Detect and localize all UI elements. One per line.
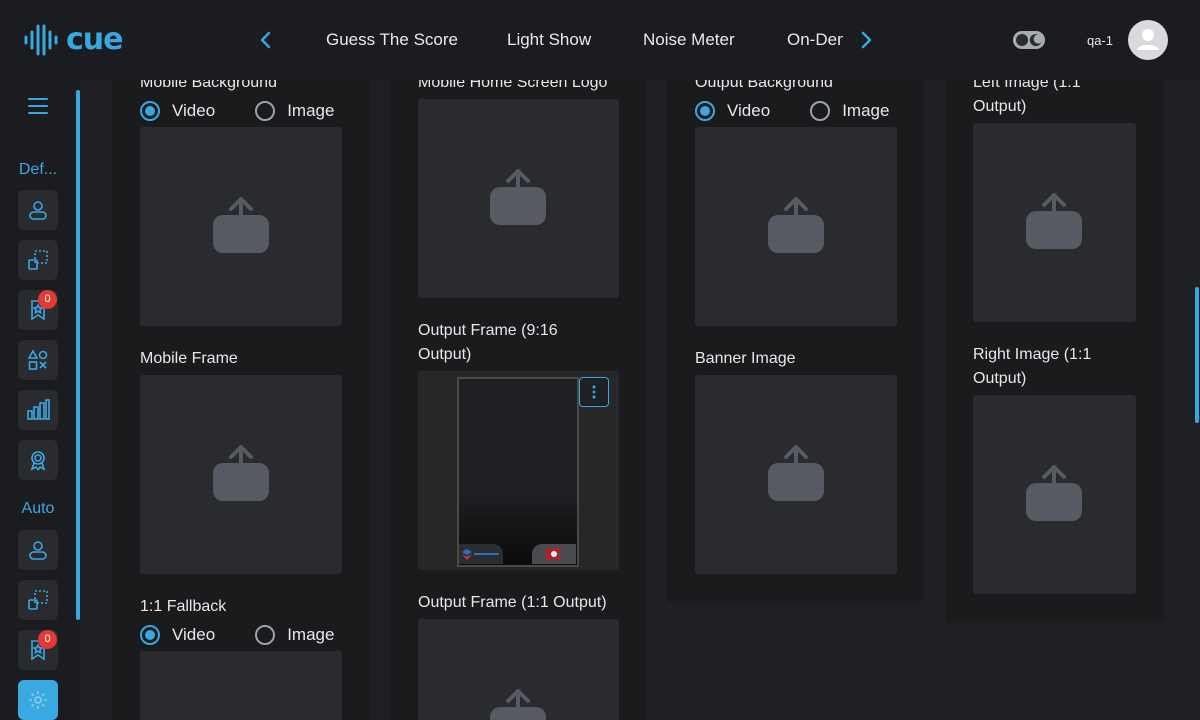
- more-vertical-icon: [592, 385, 596, 399]
- output-background-label: Output Background: [695, 80, 833, 91]
- moon-icon: [1029, 34, 1042, 47]
- sidebar-item-settings-auto[interactable]: [18, 680, 58, 720]
- sidebar-section-default[interactable]: Def...: [0, 161, 76, 179]
- upload-output-background[interactable]: [695, 127, 897, 326]
- radio-video[interactable]: Video: [695, 101, 770, 121]
- panel-side-images: Left Image (1:1 Output) Right Image (1:1…: [945, 80, 1164, 623]
- radio-image[interactable]: Image: [255, 625, 334, 645]
- sidebar-item-layout-auto[interactable]: [18, 580, 58, 620]
- tab-guess-the-score[interactable]: Guess The Score: [326, 30, 458, 50]
- top-bar: cue Guess The Score Light Show Noise Met…: [0, 0, 1200, 80]
- user-icon: [1137, 29, 1159, 50]
- notification-badge: 0: [38, 290, 57, 309]
- resize-frame-icon: [28, 250, 48, 270]
- upload-mobile-background[interactable]: [140, 127, 342, 326]
- output-background-type: Video Image: [695, 101, 889, 121]
- sponsor-logo-mark: [462, 549, 499, 560]
- panel-mobile: Mobile Background Video Image Mobile Fra…: [112, 80, 370, 720]
- tab-noise-meter[interactable]: Noise Meter: [643, 30, 735, 50]
- upload-icon: [213, 445, 269, 501]
- mobile-background-label: Mobile Background: [140, 80, 277, 91]
- upload-left-image[interactable]: [973, 123, 1136, 322]
- sidebar-item-layout[interactable]: [18, 240, 58, 280]
- toggle-knob: [1016, 34, 1028, 46]
- upload-right-image[interactable]: [973, 395, 1136, 594]
- person-icon: [29, 201, 47, 220]
- award-icon: [30, 451, 46, 471]
- tab-light-show[interactable]: Light Show: [507, 30, 591, 50]
- upload-icon: [490, 689, 546, 720]
- nav-prev-button[interactable]: [254, 28, 278, 52]
- sidebar-item-stats[interactable]: [18, 390, 58, 430]
- sidebar-section-auto[interactable]: Auto: [0, 500, 76, 518]
- radio-image[interactable]: Image: [810, 101, 889, 121]
- mobile-frame-label: Mobile Frame: [140, 350, 238, 367]
- chevron-left-icon: [260, 31, 271, 49]
- frame-11-label: Output Frame (1:1 Output): [418, 594, 607, 611]
- flag-logo-mark: [546, 548, 562, 560]
- menu-button[interactable]: [26, 94, 50, 118]
- upload-icon: [1026, 193, 1082, 249]
- upload-mobile-frame[interactable]: [140, 375, 342, 574]
- avatar[interactable]: [1128, 20, 1168, 60]
- chevron-right-icon: [861, 31, 872, 49]
- team-logo: [532, 544, 576, 564]
- hamburger-icon: [28, 98, 48, 114]
- upload-frame-11[interactable]: [418, 619, 619, 720]
- home-logo-label: Mobile Home Screen Logo: [418, 80, 608, 91]
- radio-image[interactable]: Image: [255, 101, 334, 121]
- upload-icon: [768, 197, 824, 253]
- upload-banner[interactable]: [695, 375, 897, 574]
- bar-chart-icon: [27, 399, 50, 420]
- frame-916-preview[interactable]: [418, 371, 619, 570]
- upload-home-logo[interactable]: [418, 99, 619, 298]
- left-image-label: Left Image (1:1 Output): [973, 80, 1081, 115]
- logo-text: cue: [66, 22, 123, 57]
- frame-options-button[interactable]: [579, 377, 609, 407]
- sidebar: Def... 0 Auto 0: [0, 80, 80, 720]
- radio-video[interactable]: Video: [140, 101, 215, 121]
- banner-label: Banner Image: [695, 350, 796, 367]
- notification-badge: 0: [38, 630, 57, 649]
- app-logo[interactable]: cue: [24, 24, 123, 56]
- user-name[interactable]: qa-1: [1087, 33, 1113, 49]
- sidebar-item-profile-auto[interactable]: [18, 530, 58, 570]
- gear-icon: [29, 691, 47, 709]
- frame-916-label: Output Frame (9:16 Output): [418, 322, 558, 363]
- waveform-icon: [24, 24, 58, 56]
- upload-icon: [1026, 465, 1082, 521]
- sidebar-item-awards[interactable]: [18, 440, 58, 480]
- fallback-type: Video Image: [140, 625, 334, 645]
- panel-home-and-frames: Mobile Home Screen Logo Output Frame (9:…: [390, 80, 646, 720]
- sponsor-logo: [459, 544, 503, 564]
- tab-on-demand[interactable]: On-Demand: [787, 30, 843, 50]
- resize-frame-icon: [28, 590, 48, 610]
- fallback-label: 1:1 Fallback: [140, 598, 227, 615]
- upload-fallback[interactable]: [140, 651, 342, 720]
- theme-toggle[interactable]: [1013, 31, 1045, 49]
- feature-tabs: Guess The Score Light Show Noise Meter O…: [300, 0, 843, 80]
- mobile-background-type: Video Image: [140, 101, 334, 121]
- radio-video[interactable]: Video: [140, 625, 215, 645]
- sidebar-item-games[interactable]: [18, 340, 58, 380]
- upload-icon: [490, 169, 546, 225]
- main-content: Mobile Background Video Image Mobile Fra…: [80, 80, 1200, 720]
- sidebar-item-profile[interactable]: [18, 190, 58, 230]
- frame-image: [457, 377, 579, 567]
- scrollbar-thumb[interactable]: [1195, 287, 1199, 423]
- person-icon: [29, 541, 47, 560]
- panel-output: Output Background Video Image Banner Ima…: [667, 80, 924, 603]
- shapes-icon: [27, 349, 48, 370]
- right-image-label: Right Image (1:1 Output): [973, 346, 1092, 387]
- nav-next-button[interactable]: [854, 28, 878, 52]
- upload-icon: [768, 445, 824, 501]
- upload-icon: [213, 197, 269, 253]
